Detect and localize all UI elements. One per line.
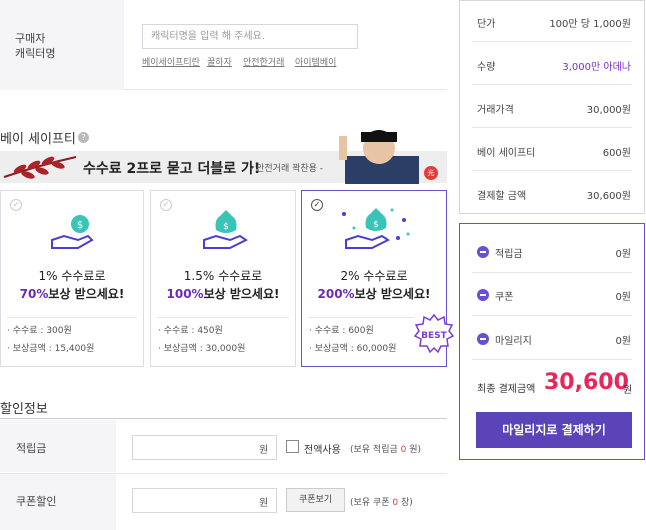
option-1-reward-line: 70%보상 받으세요!: [0, 285, 144, 302]
card-divider: [157, 317, 289, 318]
deduct-label-points: 적립금: [495, 249, 523, 260]
deduct-value-mileage: 0원: [615, 336, 631, 347]
summary-divider: [472, 84, 632, 85]
option-2-fee: · 수수료 : 450원: [158, 326, 223, 336]
coupon-label: 쿠폰할인: [16, 495, 57, 508]
leaf-branch-icon: [3, 156, 77, 179]
hand-money-bag-icon: $: [203, 210, 248, 249]
option-2-reward: · 보상금액 : 30,000원: [158, 344, 246, 354]
coupon-hint-suffix: 장): [398, 498, 413, 508]
option-check-icon[interactable]: ✓: [311, 199, 323, 211]
link-itembay[interactable]: 아이템베이: [295, 55, 336, 68]
hand-coin-icon: $: [51, 215, 94, 249]
summary-value-quantity: 3,000만 아데나: [562, 62, 631, 73]
summary-value-unit-price: 100만 당 1,000원: [549, 19, 631, 30]
buyer-label: 구매자 캐릭터명: [15, 32, 56, 60]
deduct-label-coupon: 쿠폰: [495, 292, 514, 303]
svg-text:$: $: [223, 222, 229, 232]
option-1-reward: · 보상금액 : 15,400원: [7, 344, 95, 354]
option-2-reward-line: 100%보상 받으세요!: [150, 285, 296, 302]
summary-label-trade-price: 거래가격: [477, 105, 514, 116]
option-1-fee: · 수수료 : 300원: [7, 326, 72, 336]
character-name-input[interactable]: [142, 24, 358, 49]
option-3-reward-text: 보상 받으세요!: [354, 287, 431, 301]
final-amount-label: 최종 결제금액: [477, 384, 536, 395]
link-safe-trade[interactable]: 안전한거래: [243, 55, 284, 68]
option-check-icon[interactable]: ✓: [10, 199, 22, 211]
points-hint-suffix: 원): [406, 445, 422, 455]
banner-subline: - 안전거래 꽉찬용 -: [250, 164, 324, 174]
summary-divider: [472, 170, 632, 171]
points-hint-prefix: (보유 적립금: [350, 445, 401, 455]
option-check-icon[interactable]: ✓: [160, 199, 172, 211]
option-1-fee-line: 1% 수수료로: [38, 269, 106, 283]
section-divider: [0, 418, 447, 419]
deduct-divider: [472, 359, 632, 360]
option-3-fee: · 수수료 : 600원: [309, 326, 374, 336]
coupon-unit: 원: [259, 498, 269, 509]
option-3-fee-line: 2% 수수료로: [340, 269, 408, 283]
best-label: BEST: [421, 331, 447, 341]
option-3-reward-line: 200%보상 받으세요!: [301, 285, 447, 302]
link-bay-safety-info[interactable]: 베이세이프티란: [142, 55, 200, 68]
hand-money-bag-sparkle-icon: $: [342, 208, 410, 249]
deduct-divider: [472, 272, 632, 273]
minus-icon: [477, 333, 489, 345]
summary-divider: [472, 127, 632, 128]
points-unit: 원: [259, 445, 269, 456]
banner-headline: 수수료 2프로 묻고 더블로 가!: [83, 161, 261, 177]
points-label: 적립금: [16, 442, 47, 455]
coupon-balance-hint: (보유 쿠폰 0 장): [350, 495, 413, 508]
minus-icon: [477, 246, 489, 258]
coupon-input[interactable]: [132, 488, 277, 513]
summary-value-amount-due: 30,600원: [586, 191, 631, 202]
option-1-reward-percent: 70%: [19, 287, 49, 301]
deduct-label-mileage: 마일리지: [495, 336, 532, 347]
option-2-reward-text: 보상 받으세요!: [203, 287, 280, 301]
summary-divider: [472, 41, 632, 42]
card-divider: [7, 317, 137, 318]
svg-text:$: $: [373, 220, 379, 230]
use-all-label[interactable]: 전액사용: [304, 441, 341, 456]
deduct-value-coupon: 0원: [615, 292, 631, 303]
summary-value-bay-safety: 600원: [602, 148, 631, 159]
deduct-value-points: 0원: [615, 249, 631, 260]
svg-text:$: $: [77, 220, 83, 231]
use-all-checkbox[interactable]: [286, 440, 299, 453]
coupon-hint-prefix: (보유 쿠폰: [350, 498, 393, 508]
points-input[interactable]: [132, 435, 277, 460]
character-illustration: [339, 130, 419, 184]
banner-badge-icon: 光: [424, 166, 438, 180]
points-balance-hint: (보유 적립금 0 원): [350, 442, 421, 455]
summary-label-bay-safety: 베이 세이프티: [477, 148, 536, 159]
coupon-view-button[interactable]: 쿠폰보기: [286, 488, 345, 512]
option-2-reward-percent: 100%: [166, 287, 204, 301]
summary-value-trade-price: 30,000원: [586, 105, 631, 116]
option-2-fee-line: 1.5% 수수료로: [183, 269, 263, 283]
summary-label-unit-price: 단가: [477, 19, 496, 30]
discount-title: 할인정보: [0, 402, 48, 417]
option-1-reward-text: 보상 받으세요!: [48, 287, 125, 301]
option-3-reward: · 보상금액 : 60,000원: [309, 344, 397, 354]
final-amount-value: 30,600: [544, 370, 629, 395]
card-divider: [308, 317, 414, 318]
question-icon[interactable]: ?: [78, 132, 89, 143]
final-amount-unit: 원: [623, 385, 633, 396]
deduct-divider: [472, 315, 632, 316]
pay-with-mileage-button[interactable]: 마일리지로 결제하기: [476, 412, 632, 448]
minus-icon: [477, 289, 489, 301]
option-3-reward-percent: 200%: [317, 287, 355, 301]
best-badge-icon: BEST: [414, 314, 454, 354]
summary-label-quantity: 수량: [477, 62, 496, 73]
bay-safety-title: 베이 세이프티: [0, 132, 76, 147]
summary-label-amount-due: 결제할 금액: [477, 191, 527, 202]
link-kkul[interactable]: 꿀하자: [207, 55, 232, 68]
